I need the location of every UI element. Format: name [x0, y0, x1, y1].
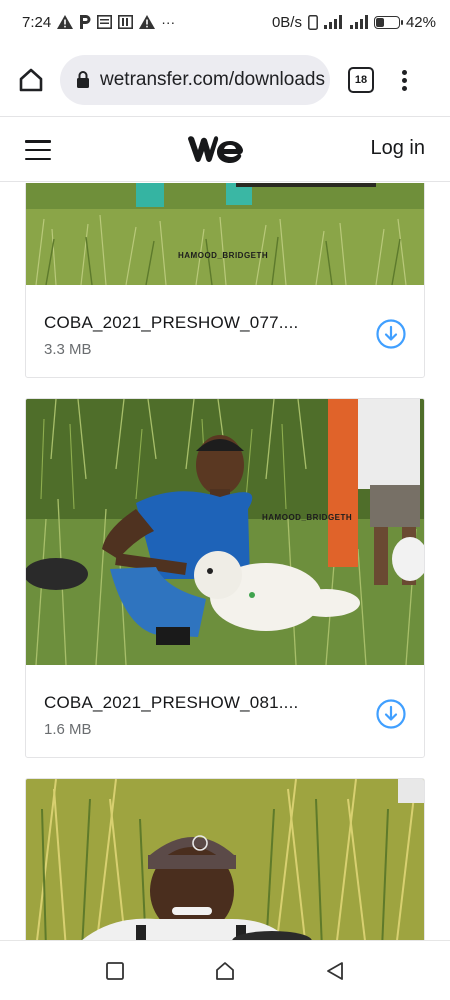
warning-icon	[139, 15, 156, 29]
file-size: 3.3 MB	[44, 341, 92, 358]
file-card	[25, 778, 425, 940]
login-link[interactable]: Log in	[371, 137, 426, 160]
home-nav-button[interactable]	[213, 959, 237, 983]
battery-percent: 42%	[405, 13, 436, 31]
more-notifications-icon: ···	[161, 14, 176, 30]
square-icon	[106, 961, 124, 980]
warning-icon	[57, 15, 74, 29]
file-list: HAMOOD_BRIDGETH COBA_2021_PRESHOW_077...…	[0, 183, 450, 940]
battery-icon	[373, 15, 403, 29]
status-bar: 7:24 ··· 0B/s 42%	[0, 0, 450, 44]
recents-button[interactable]	[103, 959, 127, 983]
download-icon[interactable]	[376, 699, 406, 729]
home-icon	[19, 68, 43, 92]
menu-dot	[401, 77, 407, 83]
file-card: HAMOOD_BRIDGETH COBA_2021_PRESHOW_081...…	[25, 398, 425, 758]
man-in-cap-photo	[26, 779, 424, 940]
back-button[interactable]	[323, 959, 347, 983]
back-triangle-icon	[327, 961, 343, 980]
photo-watermark: HAMOOD_BRIDGETH	[262, 513, 353, 522]
signal-icon	[323, 15, 342, 29]
home-button[interactable]	[14, 63, 48, 97]
lock-icon	[77, 71, 89, 88]
browser-toolbar: wetransfer.com/downloads 18	[0, 44, 450, 116]
file-preview-image[interactable]: HAMOOD_BRIDGETH	[26, 399, 424, 665]
file-name: COBA_2021_PRESHOW_081....	[44, 693, 299, 712]
hamburger-menu-icon[interactable]	[25, 140, 51, 160]
file-name: COBA_2021_PRESHOW_077....	[44, 313, 299, 332]
menu-dot	[401, 85, 407, 91]
wetransfer-logo[interactable]	[186, 135, 244, 165]
network-speed: 0B/s	[271, 13, 302, 31]
file-preview-image[interactable]	[26, 779, 424, 940]
message-icon	[97, 15, 113, 29]
grass-photo	[26, 183, 424, 285]
sim-icon	[118, 15, 134, 29]
man-with-dog-photo	[26, 399, 424, 665]
status-time: 7:24	[22, 13, 52, 31]
phone-icon	[308, 14, 318, 30]
address-bar[interactable]: wetransfer.com/downloads	[60, 55, 330, 105]
site-header: Log in	[0, 116, 450, 182]
parking-icon	[80, 15, 91, 29]
file-card: HAMOOD_BRIDGETH COBA_2021_PRESHOW_077...…	[25, 183, 425, 378]
file-meta: COBA_2021_PRESHOW_081.... 1.6 MB	[26, 665, 424, 757]
file-preview-image[interactable]: HAMOOD_BRIDGETH	[26, 183, 424, 285]
url-text: wetransfer.com/downloads	[100, 69, 325, 90]
system-nav-bar	[0, 940, 450, 1000]
home-outline-icon	[216, 961, 234, 980]
browser-menu-button[interactable]	[400, 69, 408, 91]
photo-watermark: HAMOOD_BRIDGETH	[178, 251, 269, 260]
signal-icon-2	[349, 15, 368, 29]
status-left: 7:24 ···	[22, 14, 175, 31]
status-right: 0B/s 42%	[272, 14, 436, 31]
download-icon[interactable]	[376, 319, 406, 349]
tab-count: 18	[354, 74, 368, 86]
menu-dot	[401, 69, 407, 75]
file-size: 1.6 MB	[44, 721, 92, 738]
tab-switcher-button[interactable]: 18	[348, 67, 374, 93]
file-meta: COBA_2021_PRESHOW_077.... 3.3 MB	[26, 285, 424, 377]
